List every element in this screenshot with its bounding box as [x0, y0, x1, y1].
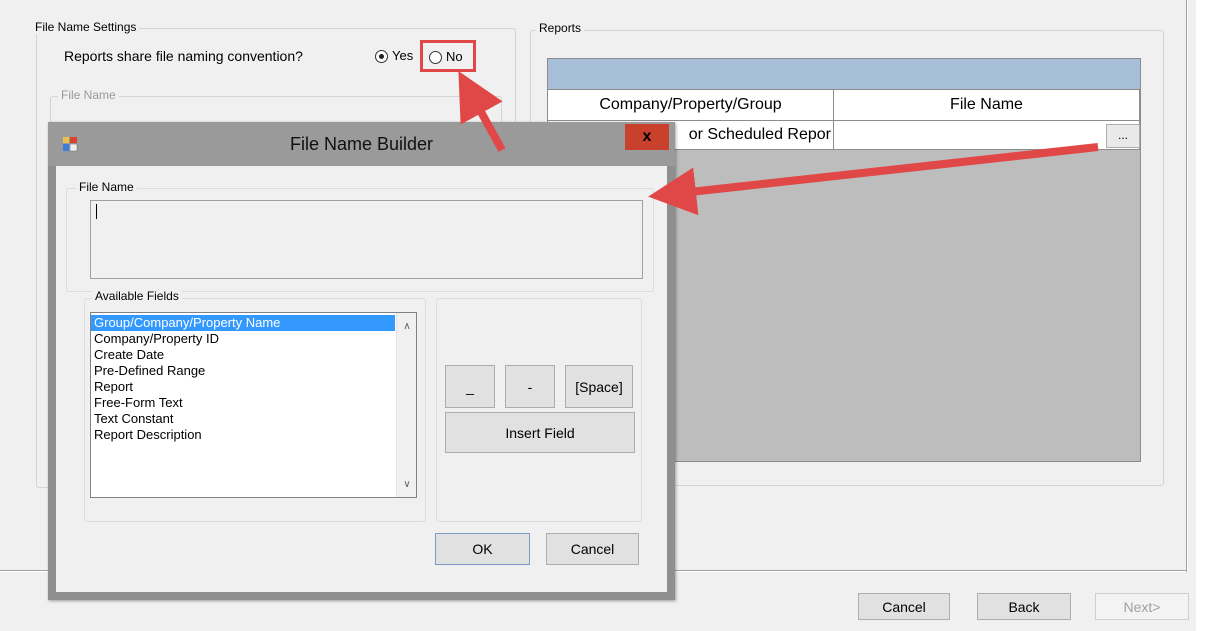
close-button[interactable]: x: [625, 124, 669, 150]
underscore-button[interactable]: _: [445, 365, 495, 408]
cancel-button[interactable]: Cancel: [546, 533, 639, 565]
vertical-separator: [1186, 0, 1188, 572]
dash-button[interactable]: -: [505, 365, 555, 408]
wizard-back-button[interactable]: Back: [977, 593, 1071, 620]
reports-title: Reports: [536, 21, 585, 35]
yes-radio-label[interactable]: Yes: [392, 48, 413, 63]
wizard-cancel-button[interactable]: Cancel: [858, 593, 950, 620]
share-convention-label: Reports share file naming convention?: [64, 48, 303, 64]
dialog-file-name-title: File Name: [76, 180, 137, 194]
list-item[interactable]: Group/Company/Property Name: [91, 315, 395, 331]
report-row-file-name[interactable]: [834, 121, 1140, 150]
close-icon: x: [642, 128, 652, 145]
chevron-down-icon[interactable]: ∨: [397, 475, 417, 493]
list-item[interactable]: Create Date: [91, 347, 395, 363]
browse-file-name-button[interactable]: ...: [1106, 124, 1140, 148]
file-name-subgroup-title: File Name: [58, 88, 119, 102]
available-fields-title: Available Fields: [92, 289, 182, 303]
file-name-settings-title: File Name Settings: [32, 20, 140, 34]
wizard-next-button[interactable]: Next>: [1095, 593, 1189, 620]
column-header-file-name[interactable]: File Name: [834, 90, 1140, 121]
text-caret: [96, 204, 97, 219]
insert-buttons-group: [436, 298, 642, 522]
field-list-items: Group/Company/Property Name Company/Prope…: [91, 315, 395, 443]
list-item[interactable]: Report Description: [91, 427, 395, 443]
window-edge: [1196, 0, 1221, 631]
list-scrollbar[interactable]: ∧ ∨: [396, 313, 416, 497]
column-header-company[interactable]: Company/Property/Group: [548, 90, 834, 121]
available-fields-list[interactable]: Group/Company/Property Name Company/Prope…: [90, 312, 417, 498]
list-item[interactable]: Report: [91, 379, 395, 395]
chevron-up-icon[interactable]: ∧: [397, 317, 417, 335]
no-option-highlight: [420, 40, 476, 72]
yes-radio[interactable]: [375, 50, 388, 63]
file-name-input[interactable]: [90, 200, 643, 279]
space-button[interactable]: [Space]: [565, 365, 633, 408]
list-item[interactable]: Company/Property ID: [91, 331, 395, 347]
list-item[interactable]: Text Constant: [91, 411, 395, 427]
reports-grid-caption: [548, 59, 1140, 90]
list-item[interactable]: Free-Form Text: [91, 395, 395, 411]
ok-button[interactable]: OK: [435, 533, 530, 565]
dialog-title: File Name Builder: [289, 134, 434, 154]
list-item[interactable]: Pre-Defined Range: [91, 363, 395, 379]
insert-field-button[interactable]: Insert Field: [445, 412, 635, 453]
